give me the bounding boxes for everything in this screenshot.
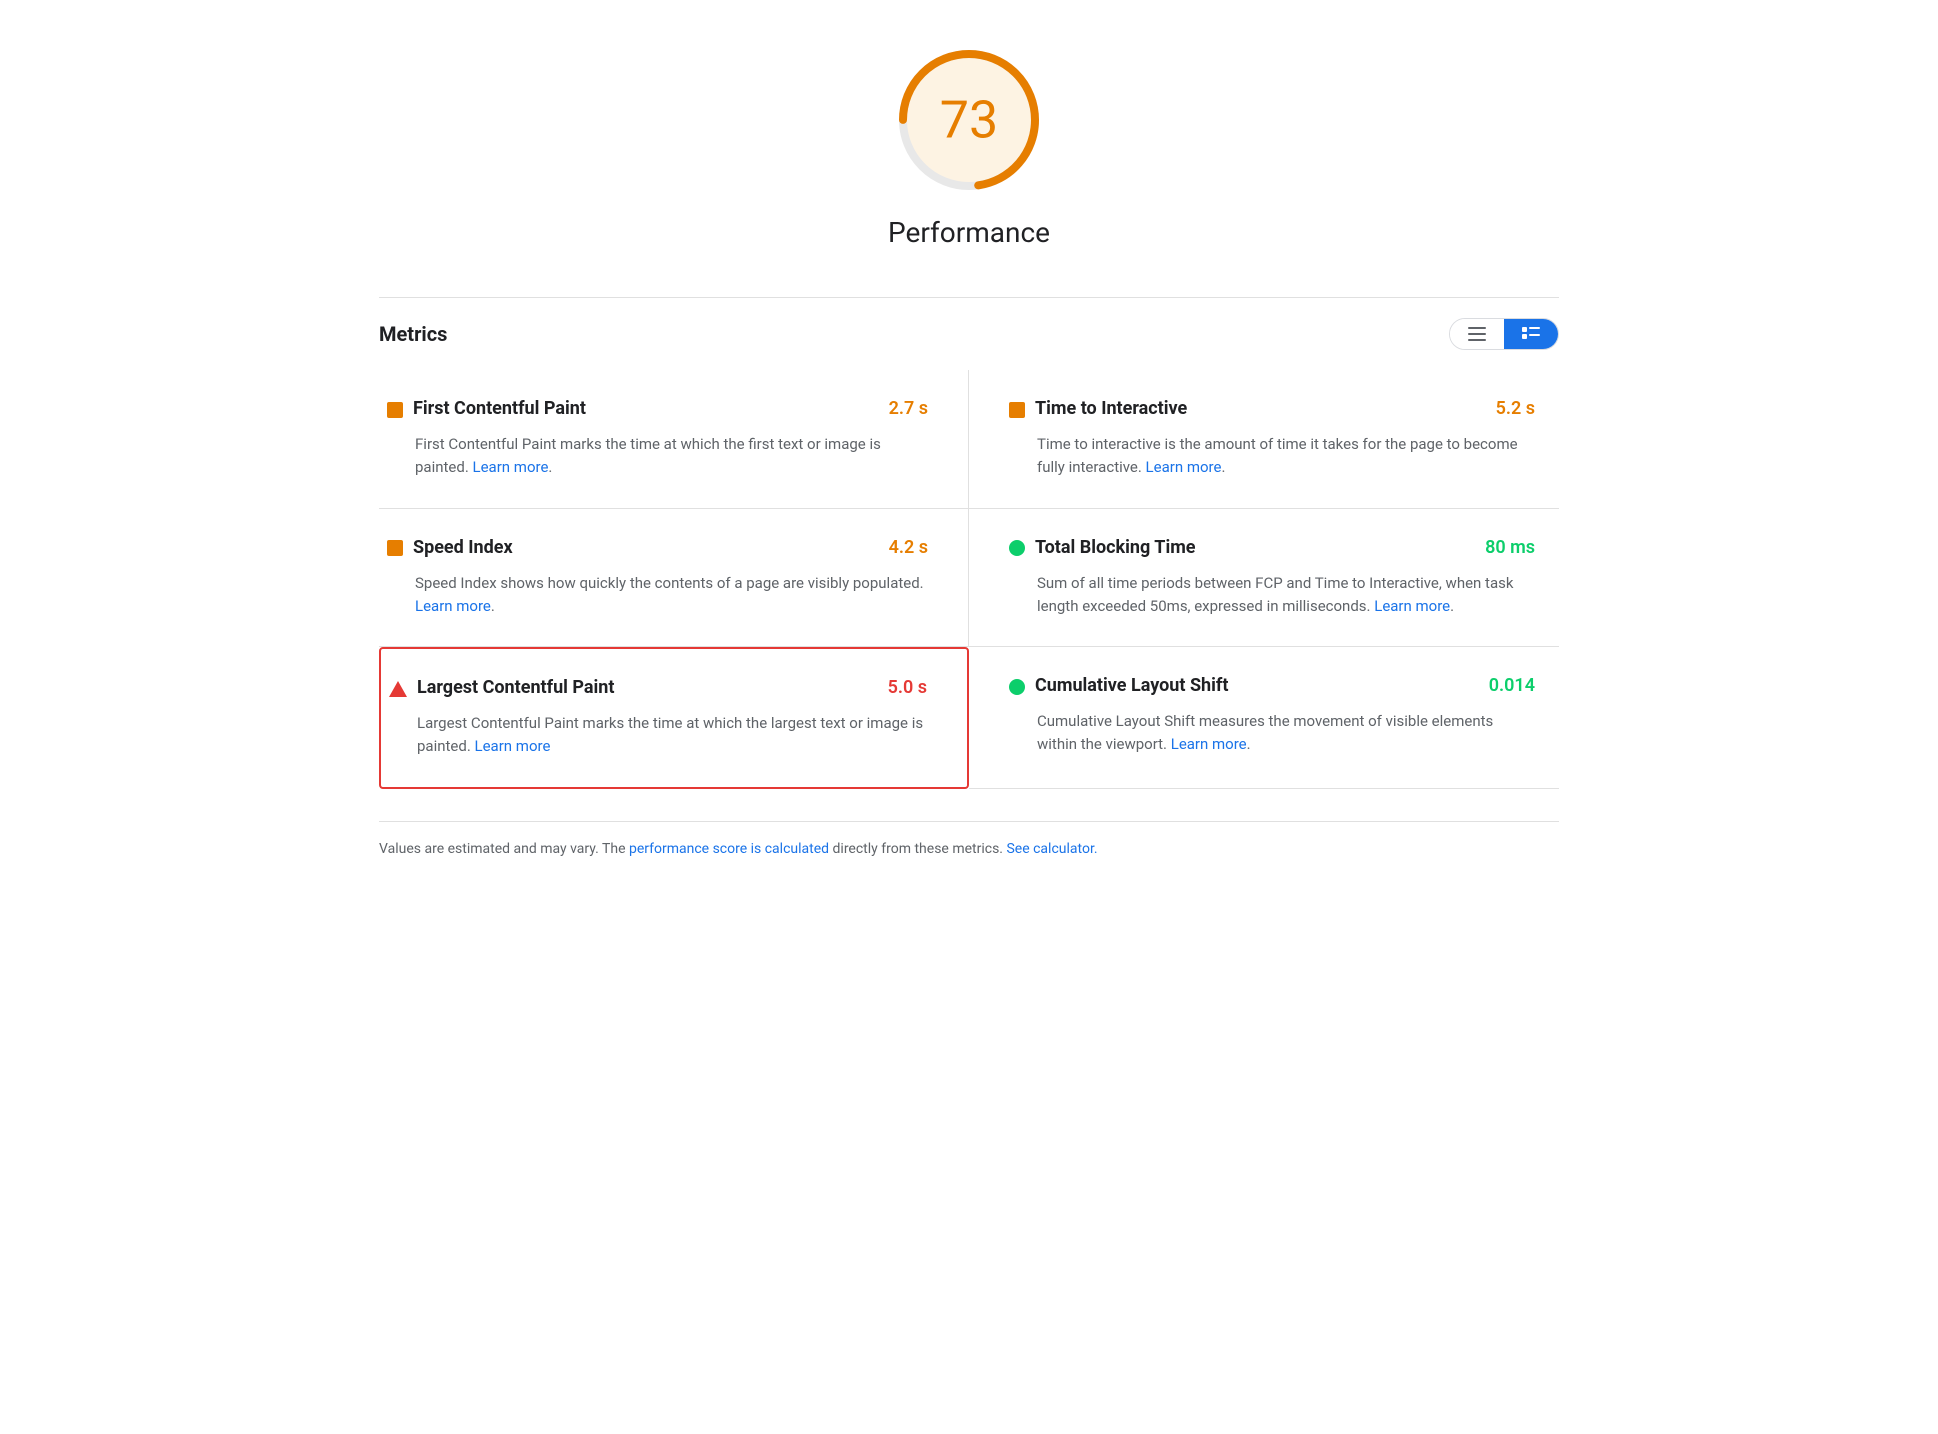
footer-link-see-calculator[interactable]: See calculator. [1006, 841, 1097, 857]
metric-name-lcp: Largest Contentful Paint [417, 677, 614, 698]
metric-name-tbt: Total Blocking Time [1035, 537, 1196, 558]
metric-title-row-si: Speed Index [387, 537, 513, 558]
score-label: Performance [888, 216, 1050, 249]
metric-desc-tti: Time to interactive is the amount of tim… [1037, 433, 1535, 480]
metric-cell-si: Speed Index 4.2 s Speed Index shows how … [379, 509, 969, 648]
lcp-icon [389, 681, 407, 697]
metric-value-fcp: 2.7 s [889, 398, 928, 419]
metric-cell-lcp: Largest Contentful Paint 5.0 s Largest C… [379, 647, 969, 789]
metric-header-si: Speed Index 4.2 s [387, 537, 928, 558]
metric-header-lcp: Largest Contentful Paint 5.0 s [389, 677, 927, 698]
metric-title-row-fcp: First Contentful Paint [387, 398, 586, 419]
metric-cell-tbt: Total Blocking Time 80 ms Sum of all tim… [969, 509, 1559, 648]
learn-more-tbt[interactable]: Learn more [1374, 597, 1450, 615]
footer-link-calculator[interactable]: performance score is calculated [629, 841, 829, 857]
learn-more-cls[interactable]: Learn more [1171, 735, 1247, 753]
metric-value-cls: 0.014 [1489, 675, 1535, 696]
metric-title-row-tbt: Total Blocking Time [1009, 537, 1196, 558]
metric-header-fcp: First Contentful Paint 2.7 s [387, 398, 928, 419]
metric-desc-fcp: First Contentful Paint marks the time at… [415, 433, 928, 480]
metric-cell-cls: Cumulative Layout Shift 0.014 Cumulative… [969, 647, 1559, 789]
score-section: 73 Performance [379, 40, 1559, 249]
metric-name-fcp: First Contentful Paint [413, 398, 586, 419]
footer-text-after: directly from these metrics. [829, 841, 1006, 857]
learn-more-tti[interactable]: Learn more [1146, 458, 1222, 476]
metric-desc-si: Speed Index shows how quickly the conten… [415, 572, 928, 619]
metric-value-tti: 5.2 s [1496, 398, 1535, 419]
metric-name-cls: Cumulative Layout Shift [1035, 675, 1228, 696]
metric-value-si: 4.2 s [889, 537, 928, 558]
list-view-button[interactable] [1450, 319, 1504, 349]
metric-header-tbt: Total Blocking Time 80 ms [1009, 537, 1535, 558]
tbt-icon [1009, 540, 1025, 556]
si-icon [387, 540, 403, 556]
detail-icon [1522, 327, 1540, 341]
metric-name-tti: Time to Interactive [1035, 398, 1187, 419]
footer-note: Values are estimated and may vary. The p… [379, 821, 1559, 860]
cls-icon [1009, 679, 1025, 695]
learn-more-si[interactable]: Learn more [415, 597, 491, 615]
view-toggle [1449, 318, 1559, 350]
list-icon [1468, 327, 1486, 341]
score-circle: 73 [889, 40, 1049, 200]
learn-more-fcp[interactable]: Learn more [473, 458, 549, 476]
metric-value-lcp: 5.0 s [888, 677, 927, 698]
metric-title-row-lcp: Largest Contentful Paint [389, 677, 614, 698]
metric-name-si: Speed Index [413, 537, 513, 558]
metric-title-row-tti: Time to Interactive [1009, 398, 1187, 419]
metric-desc-cls: Cumulative Layout Shift measures the mov… [1037, 710, 1535, 757]
metrics-title: Metrics [379, 322, 447, 346]
metric-header-tti: Time to Interactive 5.2 s [1009, 398, 1535, 419]
fcp-icon [387, 402, 403, 418]
metrics-grid: First Contentful Paint 2.7 s First Conte… [379, 370, 1559, 789]
tti-icon [1009, 402, 1025, 418]
metric-cell-fcp: First Contentful Paint 2.7 s First Conte… [379, 370, 969, 509]
metrics-header: Metrics [379, 297, 1559, 362]
detail-view-button[interactable] [1504, 319, 1558, 349]
metric-title-row-cls: Cumulative Layout Shift [1009, 675, 1228, 696]
metric-cell-tti: Time to Interactive 5.2 s Time to intera… [969, 370, 1559, 509]
metric-value-tbt: 80 ms [1485, 537, 1535, 558]
metric-desc-tbt: Sum of all time periods between FCP and … [1037, 572, 1535, 619]
metric-header-cls: Cumulative Layout Shift 0.014 [1009, 675, 1535, 696]
footer-text-before: Values are estimated and may vary. The [379, 841, 629, 857]
metric-desc-lcp: Largest Contentful Paint marks the time … [417, 712, 927, 759]
score-value: 73 [940, 90, 998, 151]
learn-more-lcp[interactable]: Learn more [475, 737, 551, 755]
